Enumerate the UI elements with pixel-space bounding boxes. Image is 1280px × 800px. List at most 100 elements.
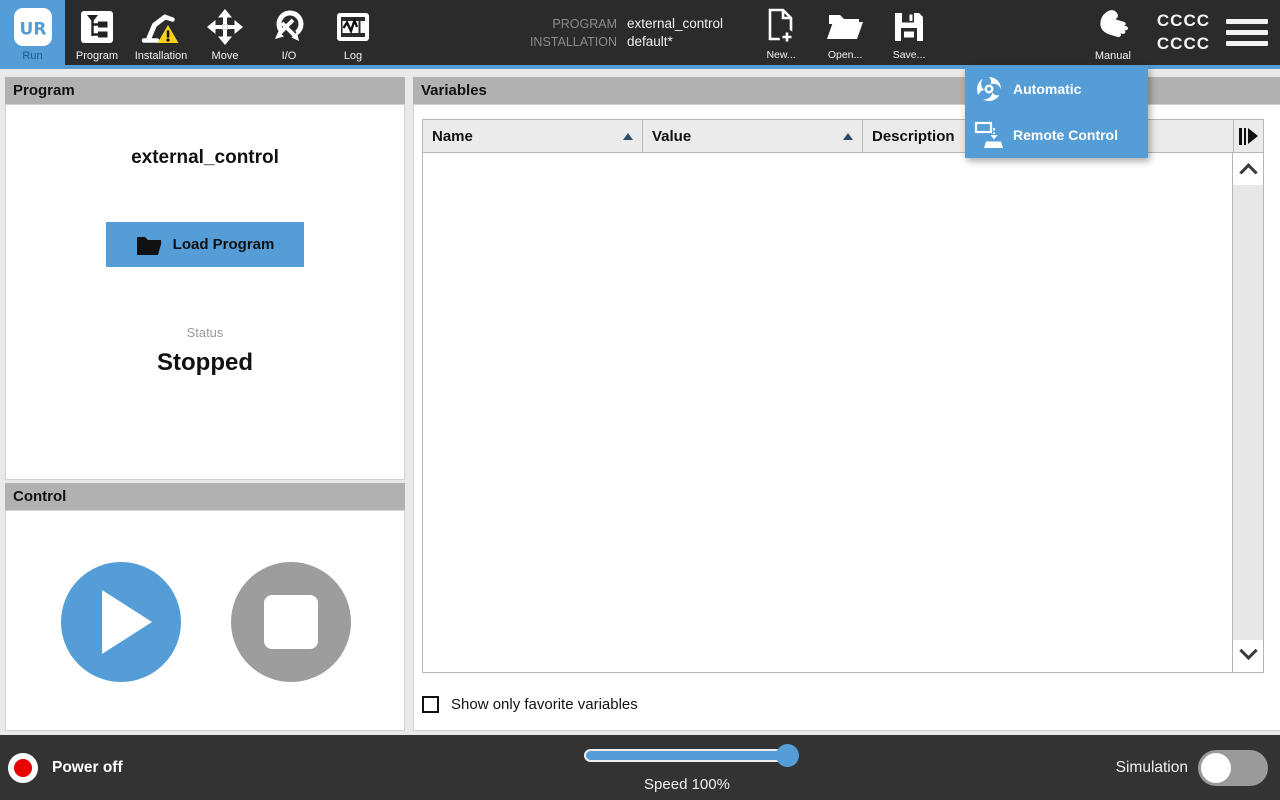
remote-control-label: Remote Control bbox=[1013, 127, 1118, 143]
tab-run[interactable]: UR Run bbox=[0, 0, 65, 65]
automatic-icon bbox=[974, 74, 1004, 104]
simulation-toggle[interactable] bbox=[1198, 750, 1268, 786]
control-panel bbox=[5, 510, 405, 731]
column-header-name[interactable]: Name bbox=[423, 120, 643, 153]
open-folder-icon bbox=[826, 5, 864, 49]
control-section-header: Control bbox=[5, 483, 405, 510]
favorites-checkbox[interactable] bbox=[422, 696, 439, 713]
manual-hand-icon bbox=[1090, 4, 1136, 50]
program-section-header: Program bbox=[5, 77, 405, 104]
chevron-up-icon bbox=[1239, 163, 1257, 181]
power-off-icon bbox=[8, 753, 38, 783]
hamburger-bar bbox=[1226, 41, 1268, 46]
scrollbar-track[interactable] bbox=[1233, 185, 1263, 640]
new-document-icon bbox=[763, 5, 799, 49]
remote-control-icon bbox=[974, 120, 1004, 150]
tab-move-label: Move bbox=[212, 50, 239, 62]
mode-label: Manual bbox=[1095, 50, 1131, 62]
scroll-down-button[interactable] bbox=[1233, 640, 1263, 672]
robot-arm-warning-icon bbox=[141, 4, 181, 50]
io-arrows-circle-icon bbox=[270, 4, 308, 50]
menu-item-automatic[interactable]: Automatic bbox=[965, 66, 1148, 112]
status-value: Stopped bbox=[6, 349, 404, 377]
stop-icon bbox=[264, 595, 318, 649]
open-program-button[interactable]: Open... bbox=[813, 0, 877, 65]
hamburger-bar bbox=[1226, 30, 1268, 35]
operation-mode-dropdown: Automatic Remote Control bbox=[965, 66, 1148, 158]
column-name-label: Name bbox=[432, 128, 473, 145]
tab-io-label: I/O bbox=[282, 50, 297, 62]
expand-columns-button[interactable] bbox=[1234, 120, 1263, 153]
sort-ascending-icon bbox=[843, 133, 853, 140]
variables-section-title: Variables bbox=[421, 82, 487, 99]
new-program-button[interactable]: New... bbox=[749, 0, 813, 65]
ur-logo-icon: UR bbox=[13, 4, 53, 50]
chevron-down-icon bbox=[1239, 641, 1257, 659]
variables-table: Name Value Description bbox=[422, 119, 1264, 673]
program-tree-icon bbox=[78, 4, 116, 50]
scroll-up-button[interactable] bbox=[1233, 153, 1263, 185]
tab-installation-label: Installation bbox=[135, 50, 188, 62]
program-name-value: external_control bbox=[627, 16, 723, 31]
save-floppy-icon bbox=[891, 5, 927, 49]
power-status-label: Power off bbox=[52, 759, 123, 777]
new-button-label: New... bbox=[766, 49, 795, 61]
hamburger-menu-button[interactable] bbox=[1226, 0, 1268, 65]
tab-log-label: Log bbox=[344, 50, 362, 62]
tab-program-label: Program bbox=[76, 50, 118, 62]
loaded-program-name: external_control bbox=[6, 147, 404, 169]
vertical-scrollbar bbox=[1232, 153, 1263, 672]
automatic-label: Automatic bbox=[1013, 81, 1081, 97]
tab-log[interactable]: Log bbox=[321, 0, 385, 65]
open-button-label: Open... bbox=[828, 49, 862, 61]
stop-button[interactable] bbox=[231, 562, 351, 682]
hamburger-bar bbox=[1226, 19, 1268, 24]
favorites-filter: Show only favorite variables bbox=[422, 696, 638, 713]
variables-table-body bbox=[423, 153, 1263, 672]
log-waveform-icon bbox=[334, 4, 372, 50]
play-icon bbox=[102, 590, 154, 654]
expand-panel-icon bbox=[1239, 128, 1258, 145]
speed-slider-handle[interactable] bbox=[776, 744, 799, 767]
tab-io[interactable]: I/O bbox=[257, 0, 321, 65]
svg-text:UR: UR bbox=[19, 20, 46, 40]
installation-name-value: default* bbox=[627, 34, 673, 49]
status-label: Status bbox=[6, 325, 404, 340]
column-description-label: Description bbox=[872, 128, 955, 145]
control-section-title: Control bbox=[13, 488, 66, 505]
variables-panel: Name Value Description bbox=[413, 104, 1280, 731]
sort-ascending-icon bbox=[623, 133, 633, 140]
tab-run-label: Run bbox=[22, 50, 42, 62]
power-status-button[interactable]: Power off bbox=[8, 735, 123, 800]
tab-move[interactable]: Move bbox=[193, 0, 257, 65]
tab-program[interactable]: Program bbox=[65, 0, 129, 65]
simulation-control: Simulation bbox=[1116, 735, 1268, 800]
folder-icon bbox=[136, 234, 162, 256]
clock-display: CCCC CCCC bbox=[1157, 0, 1210, 65]
play-button[interactable] bbox=[61, 562, 181, 682]
polyscope-app: UR Run Program Installation Move bbox=[0, 0, 1280, 800]
operation-mode-button[interactable]: Manual bbox=[1081, 0, 1145, 65]
simulation-label: Simulation bbox=[1116, 759, 1188, 777]
toggle-knob bbox=[1201, 753, 1231, 783]
load-program-button[interactable]: Load Program bbox=[106, 222, 304, 267]
tab-installation[interactable]: Installation bbox=[129, 0, 193, 65]
program-label: PROGRAM bbox=[447, 17, 617, 31]
file-actions: New... Open... Save... bbox=[749, 0, 941, 65]
clock-line-1: CCCC bbox=[1157, 10, 1210, 33]
save-program-button[interactable]: Save... bbox=[877, 0, 941, 65]
top-bar: UR Run Program Installation Move bbox=[0, 0, 1280, 65]
speed-percentage-label: Speed 100% bbox=[584, 776, 790, 793]
menu-item-remote-control[interactable]: Remote Control bbox=[965, 112, 1148, 158]
save-button-label: Save... bbox=[893, 49, 926, 61]
favorites-checkbox-label: Show only favorite variables bbox=[451, 696, 638, 713]
loaded-program-info: PROGRAM external_control INSTALLATION de… bbox=[447, 0, 723, 65]
speed-slider[interactable] bbox=[584, 749, 790, 762]
move-arrows-icon bbox=[206, 4, 244, 50]
column-header-value[interactable]: Value bbox=[643, 120, 863, 153]
clock-line-2: CCCC bbox=[1157, 33, 1210, 56]
program-section-title: Program bbox=[13, 82, 75, 99]
program-panel: external_control Load Program Status Sto… bbox=[5, 104, 405, 480]
load-program-label: Load Program bbox=[173, 236, 275, 253]
variables-empty-area bbox=[423, 153, 1232, 672]
